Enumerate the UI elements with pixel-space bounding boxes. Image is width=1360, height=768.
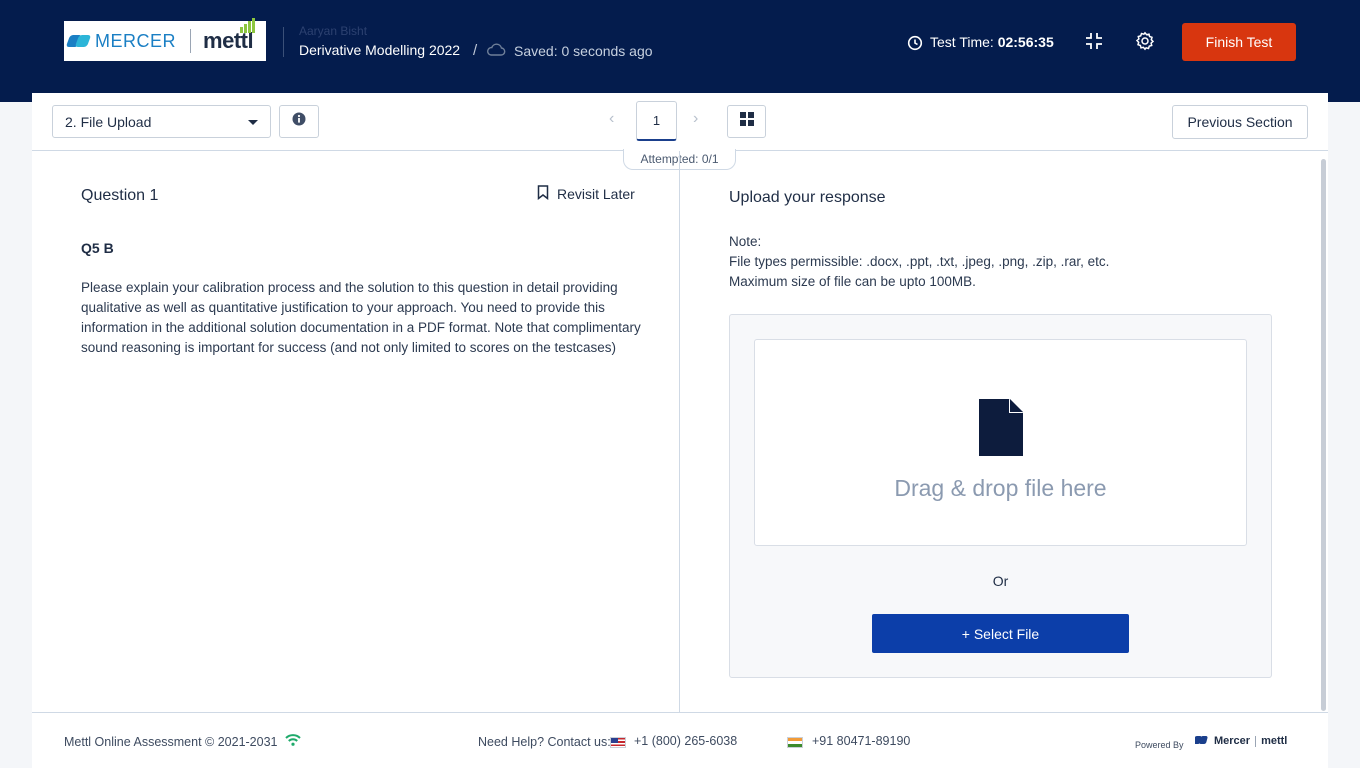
- save-status: Saved: 0 seconds ago: [514, 43, 653, 59]
- upload-title: Upload your response: [729, 189, 886, 206]
- powered-by-label: Powered By: [1135, 740, 1184, 750]
- main-panel: 2. File Upload ‹ 1 › Previous Section At…: [32, 93, 1328, 768]
- question-pane: Question 1 Revisit Later Q5 B Please exp…: [32, 151, 680, 712]
- india-flag-icon: [787, 737, 803, 748]
- question-grid-button[interactable]: [727, 105, 766, 138]
- top-header: MERCER mettl Aaryan Bisht Derivative Mod…: [0, 0, 1360, 102]
- previous-question-arrow[interactable]: ‹: [609, 110, 614, 128]
- grid-icon: [739, 112, 754, 131]
- test-timer: Test Time: 02:56:35: [930, 34, 1054, 50]
- logo-divider: [190, 29, 192, 53]
- mercer-logo: MERCER: [65, 30, 177, 52]
- select-file-button[interactable]: + Select File: [872, 614, 1129, 653]
- wifi-icon: [285, 733, 301, 752]
- cloud-icon: [486, 42, 506, 63]
- previous-section-button[interactable]: Previous Section: [1172, 105, 1308, 139]
- response-pane: Upload your response Note: File types pe…: [681, 151, 1322, 712]
- file-icon: [979, 399, 1023, 461]
- footer-logo-mettl: mettl: [1261, 735, 1288, 747]
- drop-zone[interactable]: Drag & drop file here: [754, 339, 1247, 546]
- footer-logo-divider: [1255, 735, 1257, 747]
- upload-note: Note: File types permissible: .docx, .pp…: [729, 232, 1109, 292]
- us-flag-icon: [610, 737, 626, 748]
- mercer-logo-text: MERCER: [95, 30, 177, 51]
- or-divider-text: Or: [992, 573, 1009, 589]
- footer: Mettl Online Assessment © 2021-2031 Need…: [32, 712, 1328, 768]
- phone-us[interactable]: +1 (800) 265-6038: [634, 734, 737, 748]
- info-icon: [292, 112, 306, 131]
- question-text: Please explain your calibration process …: [81, 280, 641, 355]
- question-number-button[interactable]: 1: [636, 101, 677, 141]
- gear-icon[interactable]: [1135, 31, 1155, 56]
- copyright-text: Mettl Online Assessment © 2021-2031: [64, 735, 278, 749]
- next-question-arrow[interactable]: ›: [693, 110, 698, 128]
- chevron-down-icon: [248, 120, 258, 125]
- footer-logo: Mercer mettl: [1193, 735, 1288, 747]
- max-size-text: Maximum size of file can be upto 100MB.: [729, 274, 976, 289]
- timer-value: 02:56:35: [997, 34, 1054, 50]
- mercer-logo-mark: [65, 35, 92, 47]
- timer-label: Test Time:: [930, 34, 994, 50]
- brand-logo: MERCER mettl: [64, 18, 266, 61]
- finish-test-button[interactable]: Finish Test: [1182, 23, 1296, 61]
- title-separator: /: [473, 42, 478, 59]
- mettl-logo: mettl: [203, 18, 256, 54]
- test-title: Derivative Modelling 2022: [299, 42, 461, 58]
- drop-zone-text: Drag & drop file here: [894, 475, 1107, 501]
- compress-icon[interactable]: [1084, 31, 1104, 56]
- content-scrollbar[interactable]: [1321, 159, 1326, 711]
- mettl-logo-bars: [240, 18, 256, 33]
- candidate-name: Aaryan Bisht: [299, 24, 368, 38]
- question-title: Question 1: [81, 187, 159, 204]
- revisit-later-label: Revisit Later: [557, 186, 635, 202]
- note-label: Note:: [729, 234, 762, 249]
- section-dropdown[interactable]: 2. File Upload: [52, 105, 271, 138]
- help-label: Need Help? Contact us:: [478, 735, 611, 749]
- mercer-mark-icon: [1193, 735, 1209, 747]
- phone-india[interactable]: +91 80471-89190: [812, 734, 910, 748]
- clock-icon: [907, 35, 923, 56]
- question-code: Q5 B: [81, 240, 114, 256]
- footer-logo-mercer: Mercer: [1214, 735, 1251, 747]
- upload-box: Drag & drop file here Or + Select File: [729, 314, 1272, 678]
- bookmark-icon: [537, 185, 549, 203]
- revisit-later-button[interactable]: Revisit Later: [537, 185, 635, 203]
- header-divider: [283, 27, 284, 57]
- file-types-text: File types permissible: .docx, .ppt, .tx…: [729, 254, 1110, 269]
- question-toolbar: 2. File Upload ‹ 1 › Previous Section: [32, 93, 1328, 151]
- section-dropdown-value: 2. File Upload: [65, 114, 152, 130]
- section-info-button[interactable]: [279, 105, 319, 138]
